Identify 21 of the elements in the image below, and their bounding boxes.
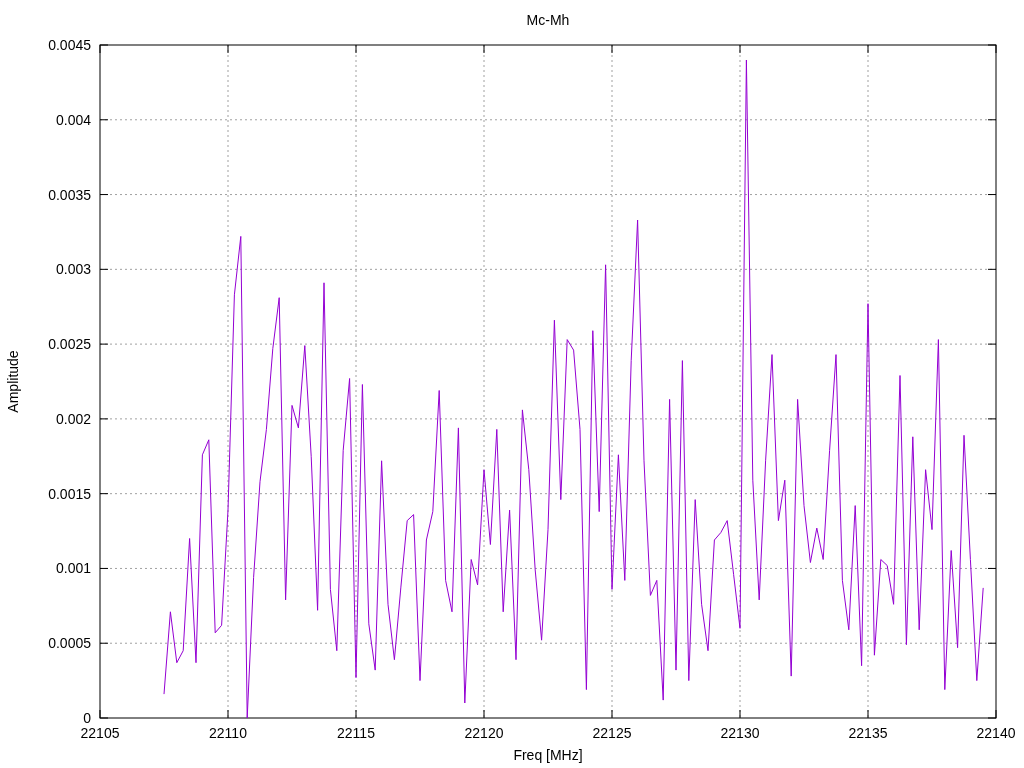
tick-label: 0.0005 — [48, 635, 91, 652]
tick-label: 22120 — [464, 725, 504, 741]
tick-label: 0.002 — [55, 410, 91, 427]
tick-label: 22135 — [848, 725, 888, 741]
tick-label: 0.0015 — [48, 485, 91, 502]
tick-label: 22115 — [337, 725, 375, 741]
x-axis-label: Freq [MHz] — [513, 747, 583, 763]
chart-title: Mc-Mh — [526, 12, 570, 28]
tick-label: 0.0045 — [48, 37, 91, 53]
tick-label: 0.0035 — [48, 186, 91, 203]
tick-label: 22125 — [592, 725, 632, 741]
tick-label: 0 — [83, 710, 91, 726]
tick-label: 22130 — [720, 725, 760, 741]
tick-label: 0.001 — [55, 560, 91, 577]
tick-label: 22105 — [80, 725, 120, 741]
tick-label: 0.004 — [55, 111, 91, 128]
y-axis-label: Amplitude — [5, 350, 21, 413]
tick-label: 22140 — [976, 725, 1016, 741]
tick-label: 22110 — [209, 725, 247, 741]
tick-label: 0.0025 — [48, 336, 91, 353]
tick-label: 0.003 — [55, 261, 91, 278]
